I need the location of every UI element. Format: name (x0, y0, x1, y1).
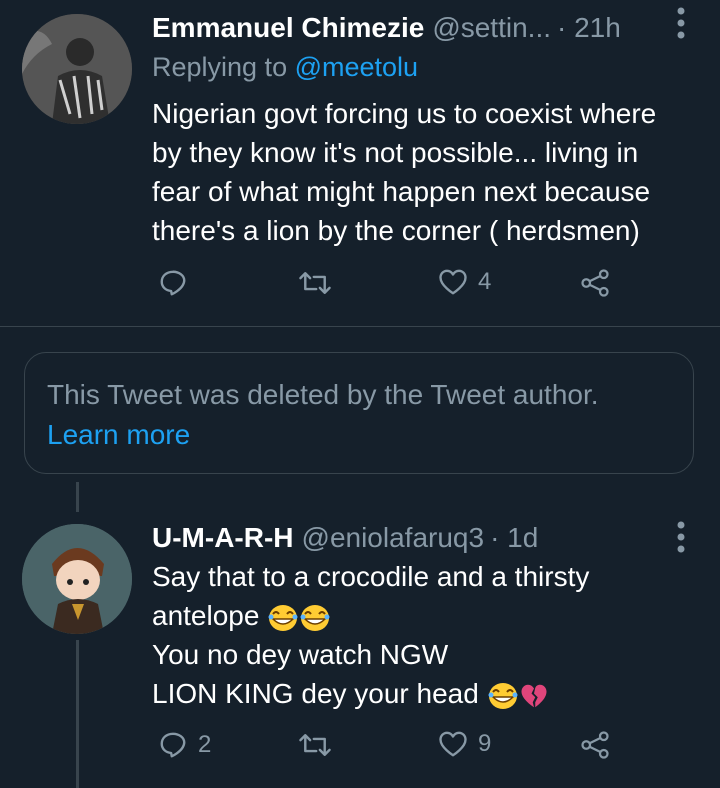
replying-prefix: Replying to (152, 52, 288, 82)
like-count: 4 (478, 268, 492, 295)
avatar[interactable] (22, 524, 132, 634)
share-icon (581, 731, 609, 759)
thread-line (76, 640, 79, 788)
avatar[interactable] (22, 14, 132, 124)
timestamp[interactable]: · 1d (490, 522, 538, 554)
tweet-actions: 4 (152, 268, 632, 308)
deleted-tweet-notice: This Tweet was deleted by the Tweet auth… (24, 352, 694, 474)
tweet-line: Say that to a crocodile and a thirsty (152, 561, 590, 592)
tweet-line-text: LION KING dey your head (152, 678, 479, 709)
like-button[interactable]: 9 (438, 730, 491, 758)
retweet-icon (299, 272, 331, 294)
broken-heart-emoji (521, 684, 547, 707)
retweet-button[interactable] (298, 730, 342, 760)
share-button[interactable] (580, 730, 610, 760)
tweet-header: Emmanuel Chimezie @settin... · 21h (152, 8, 720, 48)
replying-to-link[interactable]: @meetolu (295, 52, 418, 82)
timestamp[interactable]: · 21h (557, 12, 621, 44)
deleted-notice-text: This Tweet was deleted by the Tweet auth… (47, 379, 599, 410)
tweet-line-text: antelope (152, 600, 260, 631)
retweet-icon (299, 734, 331, 756)
more-icon[interactable] (676, 6, 686, 48)
reply-button[interactable] (158, 268, 198, 298)
display-name[interactable]: Emmanuel Chimezie (152, 12, 424, 44)
like-icon (439, 269, 467, 295)
like-count: 9 (478, 730, 492, 757)
tweet-text: Say that to a crocodile and a thirsty an… (152, 557, 702, 713)
thread-line (76, 482, 79, 512)
retweet-button[interactable] (298, 268, 342, 298)
divider (0, 326, 720, 327)
reply-button[interactable]: 2 (158, 730, 211, 760)
display-name[interactable]: U-M-A-R-H (152, 522, 294, 554)
tweet-text: Nigerian govt forcing us to coexist wher… (152, 98, 657, 246)
replying-to: Replying to @meetolu (152, 52, 418, 83)
tweet-header: U-M-A-R-H @eniolafaruq3 · 1d (152, 518, 720, 558)
laughing-emoji (488, 682, 518, 709)
tweet-line: antelope (152, 596, 702, 635)
tweet-line: LION KING dey your head (152, 674, 702, 713)
like-button[interactable]: 4 (438, 268, 491, 296)
reply-count: 2 (198, 731, 212, 758)
laughing-emoji (300, 604, 330, 631)
share-button[interactable] (580, 268, 610, 298)
user-handle[interactable]: @settin... (432, 12, 551, 44)
share-icon (581, 269, 609, 297)
laughing-emoji (268, 604, 298, 631)
user-handle[interactable]: @eniolafaruq3 (302, 522, 485, 554)
reply-icon (160, 270, 186, 296)
learn-more-link[interactable]: Learn more (47, 419, 190, 451)
tweet-actions: 2 9 (152, 730, 632, 770)
more-icon[interactable] (676, 520, 686, 562)
like-icon (439, 731, 467, 757)
reply-icon (160, 732, 186, 758)
tweet-line: You no dey watch NGW (152, 639, 449, 670)
